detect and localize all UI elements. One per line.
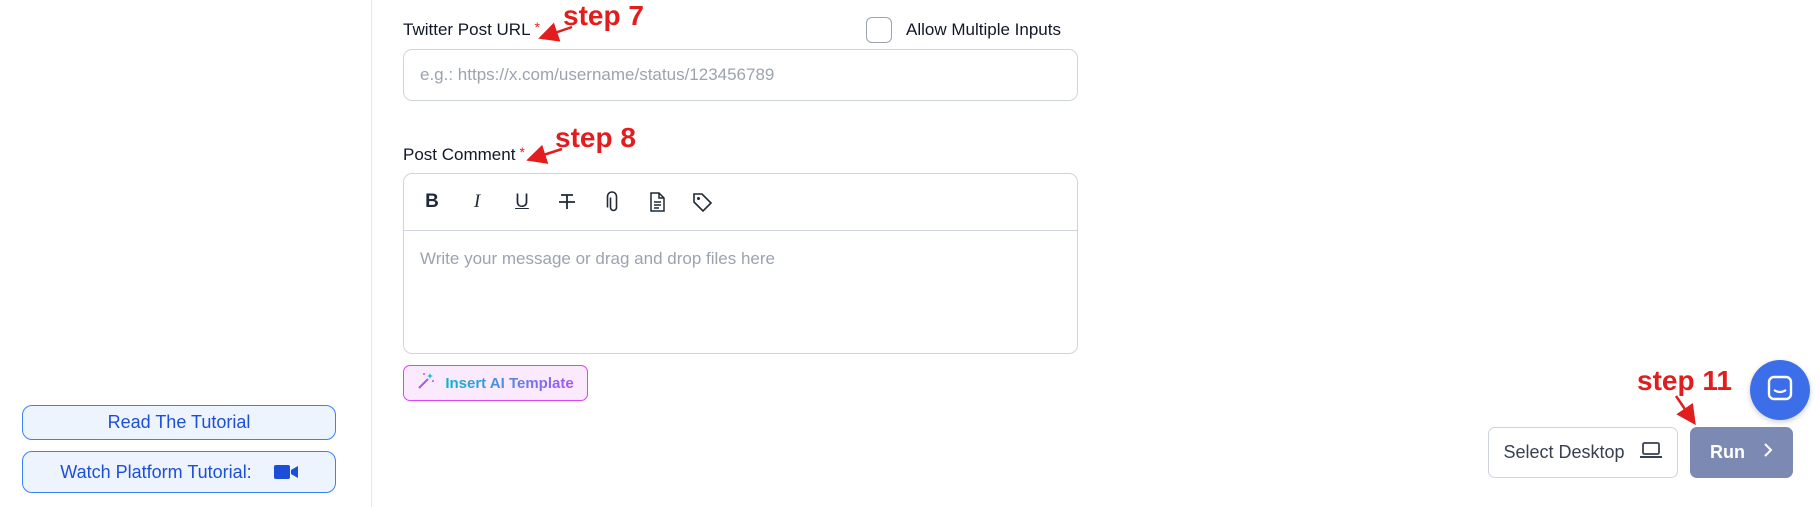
step-11-annotation: step 11 (1637, 365, 1732, 396)
video-camera-icon (273, 464, 298, 480)
chat-icon (1766, 374, 1794, 407)
read-tutorial-label: Read The Tutorial (107, 412, 251, 432)
watch-platform-tutorial-button[interactable]: Watch Platform Tutorial: (22, 451, 336, 493)
insert-ai-template-button[interactable]: Insert AI Template (403, 365, 588, 401)
run-label: Run (1710, 442, 1745, 462)
magic-wand-icon (417, 372, 435, 394)
step-8-annotation: step 8 (555, 122, 636, 153)
allow-multiple-checkbox[interactable] (866, 17, 892, 43)
editor-placeholder: Write your message or drag and drop file… (420, 249, 775, 268)
post-comment-label: Post Comment * (403, 145, 525, 165)
step-11-arrow (1674, 395, 1696, 426)
sidebar: Read The Tutorial Watch Platform Tutoria… (0, 0, 372, 507)
watch-platform-tutorial-label: Watch Platform Tutorial: (60, 461, 252, 482)
allow-multiple-inputs-toggle[interactable]: Allow Multiple Inputs (866, 17, 1061, 43)
comment-label-text: Post Comment (403, 145, 516, 164)
twitter-post-url-label: Twitter Post URL * (403, 20, 540, 40)
strikethrough-icon[interactable] (555, 190, 579, 214)
paperclip-icon[interactable] (600, 190, 624, 214)
laptop-icon (1639, 441, 1663, 464)
url-label-text: Twitter Post URL (403, 20, 531, 39)
allow-multiple-label: Allow Multiple Inputs (906, 20, 1061, 39)
select-desktop-label: Select Desktop (1503, 442, 1625, 462)
required-asterisk: * (534, 19, 540, 35)
tag-icon[interactable] (690, 190, 714, 214)
comment-editor: B I U Write your message or drag and dro… (403, 173, 1078, 354)
step-7-annotation: step 7 (563, 0, 644, 31)
insert-ai-template-label: Insert AI Template (445, 374, 574, 392)
required-asterisk: * (519, 144, 525, 160)
document-icon[interactable] (645, 190, 669, 214)
read-tutorial-button[interactable]: Read The Tutorial (22, 405, 336, 440)
underline-icon[interactable]: U (510, 190, 534, 214)
twitter-post-url-input[interactable] (403, 49, 1078, 101)
editor-toolbar: B I U (404, 174, 1077, 231)
bold-icon[interactable]: B (420, 190, 444, 214)
italic-icon[interactable]: I (465, 190, 489, 214)
comment-editor-area[interactable]: Write your message or drag and drop file… (404, 231, 1077, 354)
select-desktop-button[interactable]: Select Desktop (1488, 427, 1678, 478)
chat-support-button[interactable] (1750, 360, 1810, 420)
chevron-right-icon (1763, 442, 1773, 463)
run-button[interactable]: Run (1690, 427, 1793, 478)
